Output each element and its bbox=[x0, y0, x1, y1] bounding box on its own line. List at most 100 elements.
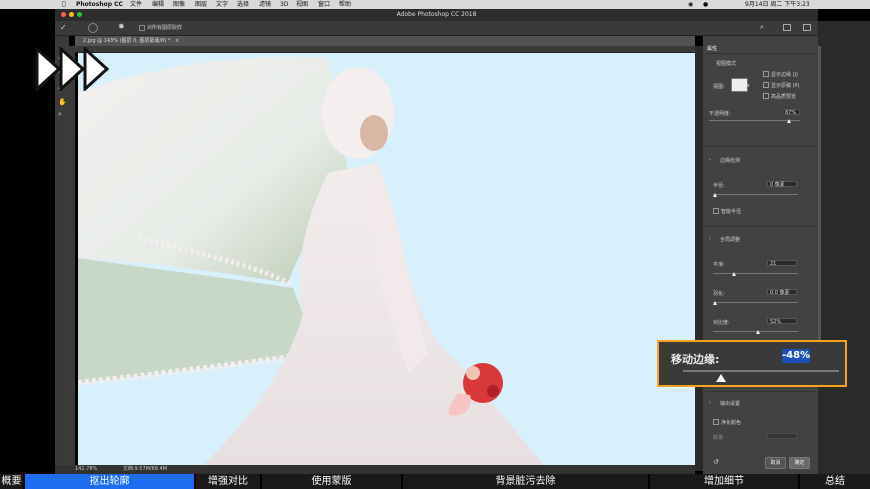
menu-clock[interactable]: 9月14日 周二 下午3:23 bbox=[745, 0, 810, 9]
view-mode-title: 视图模式 bbox=[716, 61, 737, 67]
hq-preview-checkbox[interactable] bbox=[763, 93, 769, 99]
menu-edit[interactable]: 编辑 bbox=[152, 0, 164, 9]
user-icon[interactable]: ● bbox=[703, 0, 708, 9]
hq-preview-label: 高品质预览 bbox=[771, 94, 797, 100]
system-menu-bar:  Photoshop CC 文件 编辑 图像 图层 文字 选择 滤镜 3D 视… bbox=[0, 0, 870, 9]
menu-image[interactable]: 图像 bbox=[173, 0, 185, 9]
menu-help[interactable]: 帮助 bbox=[339, 0, 351, 9]
minimize-window-icon[interactable] bbox=[69, 12, 74, 17]
cancel-button[interactable]: 取消 bbox=[765, 457, 786, 469]
radius-slider[interactable] bbox=[713, 194, 798, 195]
edge-detection-title: 边缘检测 bbox=[720, 158, 741, 164]
sample-all-checkbox[interactable] bbox=[139, 25, 145, 31]
shift-edge-field[interactable]: -48% bbox=[782, 349, 810, 363]
output-title: 输出设置 bbox=[720, 401, 741, 407]
hand-tool-icon[interactable]: ✋ bbox=[58, 98, 67, 106]
view-mode-thumbnail[interactable] bbox=[731, 78, 748, 92]
share-icon[interactable] bbox=[803, 24, 811, 31]
feather-field[interactable]: 0.0 像素 bbox=[767, 289, 797, 296]
bride-photo bbox=[78, 56, 548, 470]
panel-scrollbar[interactable] bbox=[818, 46, 821, 346]
close-window-icon[interactable] bbox=[61, 12, 66, 17]
options-bar: ✓ ✸ 对所有图层取样 ⌕ bbox=[55, 21, 818, 36]
reset-icon[interactable]: ↺ bbox=[713, 458, 719, 466]
apple-icon[interactable]:  bbox=[62, 0, 66, 9]
radius-slider-knob[interactable] bbox=[713, 193, 717, 197]
opacity-slider-knob[interactable] bbox=[787, 119, 791, 123]
refine-brush-icon[interactable]: ✓ bbox=[60, 23, 67, 32]
show-edge-checkbox[interactable] bbox=[763, 71, 769, 77]
view-label: 视图: bbox=[713, 84, 725, 90]
chapter-bar: 概要 抠出轮廓 增强对比 使用蒙版 背景脏污去除 增加细节 总结 bbox=[0, 474, 870, 489]
workspace-icon[interactable] bbox=[783, 24, 791, 31]
zoom-level[interactable]: 142.78% bbox=[55, 466, 97, 472]
right-dock bbox=[818, 21, 870, 474]
contrast-slider-knob[interactable] bbox=[756, 330, 760, 334]
properties-panel: 属性 视图模式 视图: ▾ 显示边缘 (J) 显示原稿 (P) 高品质预览 不透… bbox=[703, 36, 818, 474]
status-bar: 142.78% 文档:9.57M/68.4M bbox=[55, 465, 695, 474]
app-menu[interactable]: Photoshop CC bbox=[76, 0, 123, 9]
menu-layer[interactable]: 图层 bbox=[195, 0, 207, 9]
search-icon[interactable]: ⌕ bbox=[760, 23, 764, 32]
brush-size-icon[interactable]: ✸ bbox=[118, 22, 125, 31]
feather-slider-knob[interactable] bbox=[713, 301, 717, 305]
document-tab-label: 2.jpg @ 143% (图层 0, 图层蒙版/8) * bbox=[83, 38, 171, 44]
wechat-icon[interactable]: ◉ bbox=[688, 0, 693, 9]
amount-label: 数量: bbox=[713, 435, 725, 441]
radius-field[interactable]: 0 像素 bbox=[767, 181, 797, 188]
smart-radius-label: 智能半径 bbox=[721, 209, 742, 215]
doc-size: 文档:9.57M/68.4M bbox=[122, 466, 168, 472]
decontaminate-checkbox[interactable] bbox=[713, 419, 719, 425]
contrast-field[interactable]: 52% bbox=[767, 318, 797, 325]
close-tab-icon[interactable]: × bbox=[172, 38, 179, 44]
menu-file[interactable]: 文件 bbox=[130, 0, 142, 9]
global-adjust-title: 全局调整 bbox=[720, 237, 741, 243]
brush-mode-icon[interactable] bbox=[88, 23, 98, 33]
menu-3d[interactable]: 3D bbox=[280, 0, 288, 9]
face bbox=[360, 115, 388, 151]
chapter-contrast[interactable]: 增强对比 bbox=[196, 474, 262, 489]
output-chevron-icon[interactable]: › bbox=[709, 400, 711, 406]
opacity-label: 不透明度: bbox=[709, 111, 731, 117]
zoom-tool-icon[interactable]: ⌕ bbox=[58, 110, 62, 119]
canvas[interactable] bbox=[78, 53, 695, 470]
chapter-details[interactable]: 增加细节 bbox=[650, 474, 800, 489]
panel-header: 属性 bbox=[707, 46, 718, 52]
radius-label: 半径: bbox=[713, 183, 725, 189]
menu-view[interactable]: 视图 bbox=[296, 0, 308, 9]
zoom-window-icon[interactable] bbox=[77, 12, 82, 17]
canvas-pasteboard bbox=[695, 46, 703, 471]
chapter-cleanup[interactable]: 背景脏污去除 bbox=[403, 474, 650, 489]
horizontal-ruler bbox=[75, 46, 695, 53]
menu-window[interactable]: 窗口 bbox=[318, 0, 330, 9]
view-dropdown-chevron-icon[interactable]: ▾ bbox=[747, 83, 750, 89]
global-adjust-chevron-icon[interactable]: › bbox=[709, 236, 711, 242]
menu-filter[interactable]: 滤镜 bbox=[259, 0, 271, 9]
vertical-ruler bbox=[69, 46, 75, 471]
chapter-mask[interactable]: 使用蒙版 bbox=[262, 474, 403, 489]
show-original-label: 显示原稿 (P) bbox=[771, 83, 800, 89]
smooth-slider[interactable] bbox=[713, 273, 798, 274]
chapter-summary[interactable]: 总结 bbox=[800, 474, 870, 489]
chapter-overview[interactable]: 概要 bbox=[0, 474, 25, 489]
chapter-cutout[interactable]: 抠出轮廓 bbox=[25, 474, 196, 489]
tools-panel: ✎ ✎ ✍ ✋ ⌕ bbox=[55, 36, 69, 471]
ok-button[interactable]: 确定 bbox=[789, 457, 810, 469]
feather-slider[interactable] bbox=[713, 302, 798, 303]
menu-select[interactable]: 选择 bbox=[237, 0, 249, 9]
document-tab[interactable]: 2.jpg @ 143% (图层 0, 图层蒙版/8) * × bbox=[75, 36, 695, 46]
sample-all-label: 对所有图层取样 bbox=[147, 25, 183, 31]
contrast-label: 对比度: bbox=[713, 320, 730, 326]
smooth-slider-knob[interactable] bbox=[732, 272, 736, 276]
opacity-field[interactable]: 87% bbox=[782, 109, 800, 116]
smart-radius-checkbox[interactable] bbox=[713, 208, 719, 214]
show-original-checkbox[interactable] bbox=[763, 82, 769, 88]
window-title-bar: Adobe Photoshop CC 2018 bbox=[55, 9, 818, 21]
shift-edge-slider[interactable] bbox=[683, 370, 839, 372]
menu-type[interactable]: 文字 bbox=[216, 0, 228, 9]
amount-field[interactable] bbox=[767, 433, 797, 439]
smooth-field[interactable]: 21 bbox=[767, 260, 797, 267]
edge-detection-chevron-icon[interactable]: › bbox=[709, 157, 711, 163]
smooth-label: 平滑: bbox=[713, 262, 725, 268]
shift-edge-slider-knob[interactable] bbox=[716, 374, 726, 382]
